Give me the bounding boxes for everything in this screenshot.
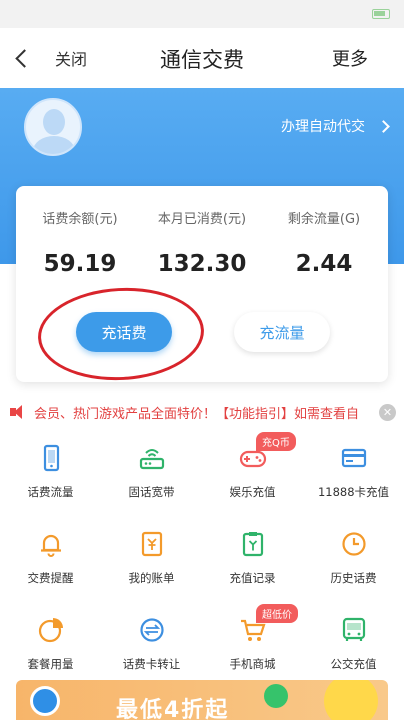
service-label: 我的账单 xyxy=(128,571,175,585)
bus-icon xyxy=(342,617,366,641)
stat-remaining-data-label: 剩余流量(G) xyxy=(287,212,361,227)
pie-icon xyxy=(38,618,63,643)
record-icon xyxy=(242,532,264,557)
avatar-body-shape xyxy=(33,136,75,154)
banner-text: 最低4折起 xyxy=(116,698,230,720)
bell-icon xyxy=(41,534,61,557)
video-app-logo-icon xyxy=(30,686,60,716)
card-icon xyxy=(341,448,367,468)
service-label: 充值记录 xyxy=(229,571,276,585)
service-label: 交费提醒 xyxy=(27,571,74,585)
back-chevron-icon xyxy=(15,48,34,68)
close-icon[interactable]: ✕ xyxy=(379,404,396,421)
status-bar xyxy=(0,0,404,28)
battery-icon xyxy=(372,9,390,19)
service-history-bill[interactable]: 历史话费 xyxy=(303,524,404,604)
service-label: 固话宽带 xyxy=(128,485,175,499)
close-label: 关闭 xyxy=(55,50,88,69)
service-11888-card[interactable]: 11888卡充值 xyxy=(303,438,404,518)
stat-remaining-data: 剩余流量(G) 2.44 xyxy=(264,208,384,277)
auto-pay-label: 办理自动代交 xyxy=(281,119,365,135)
service-phone-mall[interactable]: 手机商城 超低价 xyxy=(202,604,303,690)
play-app-logo-icon xyxy=(264,684,288,708)
stat-balance: 话费余额(元) 59.19 xyxy=(20,208,140,277)
phone-icon xyxy=(43,444,60,472)
recharge-data-button[interactable]: 充流量 xyxy=(234,312,330,352)
promo-tag: 超低价 xyxy=(256,604,298,623)
recharge-bill-button[interactable]: 充话费 xyxy=(76,312,172,352)
service-payment-reminder[interactable]: 交费提醒 xyxy=(0,524,101,604)
service-grid: 话费流量 固话宽带 娱乐充值 充Q币 11888卡充值 交费提醒 我的账单 充值… xyxy=(0,432,404,676)
clock-icon xyxy=(342,532,366,556)
promo-tag: 充Q币 xyxy=(256,432,296,451)
service-entertainment[interactable]: 娱乐充值 充Q币 xyxy=(202,432,303,518)
chevron-right-icon xyxy=(377,119,390,133)
stat-balance-value: 59.19 xyxy=(43,251,117,277)
service-label: 手机商城 xyxy=(229,657,276,671)
avatar-head-shape xyxy=(43,109,65,135)
notice-text: 会员、热门游戏产品全面特价！【功能指引】如需查看自 xyxy=(34,406,360,422)
service-landline-broadband[interactable]: 固话宽带 xyxy=(101,438,202,518)
close-button[interactable]: 关闭 xyxy=(12,42,92,74)
service-label: 话费卡转让 xyxy=(122,657,181,671)
router-icon xyxy=(139,449,165,470)
service-bus-recharge[interactable]: 公交充值 xyxy=(303,610,404,690)
avatar[interactable] xyxy=(24,98,82,156)
stat-remaining-data-value: 2.44 xyxy=(295,251,353,277)
service-label: 公交充值 xyxy=(330,657,377,671)
stat-monthly-spend-label: 本月已消费(元) xyxy=(157,212,247,227)
top-nav-bar: 关闭 通信交费 更多 xyxy=(0,28,404,88)
service-label: 历史话费 xyxy=(330,571,377,585)
bill-icon xyxy=(141,531,163,557)
promo-banner[interactable]: 最低4折起 xyxy=(16,680,388,720)
transfer-icon xyxy=(140,618,164,642)
service-my-bill[interactable]: 我的账单 xyxy=(101,524,202,604)
service-label: 11888卡充值 xyxy=(317,485,390,499)
service-plan-usage[interactable]: 套餐用量 xyxy=(0,610,101,690)
more-button[interactable]: 更多 xyxy=(332,45,368,71)
service-label: 套餐用量 xyxy=(27,657,74,671)
notice-bar[interactable]: 会员、热门游戏产品全面特价！【功能指引】如需查看自 ✕ xyxy=(0,398,404,426)
service-label: 话费流量 xyxy=(27,485,74,499)
stat-monthly-spend: 本月已消费(元) 132.30 xyxy=(142,208,262,277)
service-label: 娱乐充值 xyxy=(229,485,276,499)
stat-monthly-spend-value: 132.30 xyxy=(157,251,247,277)
speaker-icon xyxy=(10,405,24,419)
auto-pay-link[interactable]: 办理自动代交 xyxy=(281,116,390,136)
service-recharge-records[interactable]: 充值记录 xyxy=(202,524,303,604)
balance-card: 话费余额(元) 59.19 本月已消费(元) 132.30 剩余流量(G) 2.… xyxy=(16,186,388,382)
service-card-transfer[interactable]: 话费卡转让 xyxy=(101,610,202,690)
service-phone-data[interactable]: 话费流量 xyxy=(0,438,101,518)
sun-decoration-icon xyxy=(324,680,378,720)
stat-balance-label: 话费余额(元) xyxy=(42,212,118,227)
